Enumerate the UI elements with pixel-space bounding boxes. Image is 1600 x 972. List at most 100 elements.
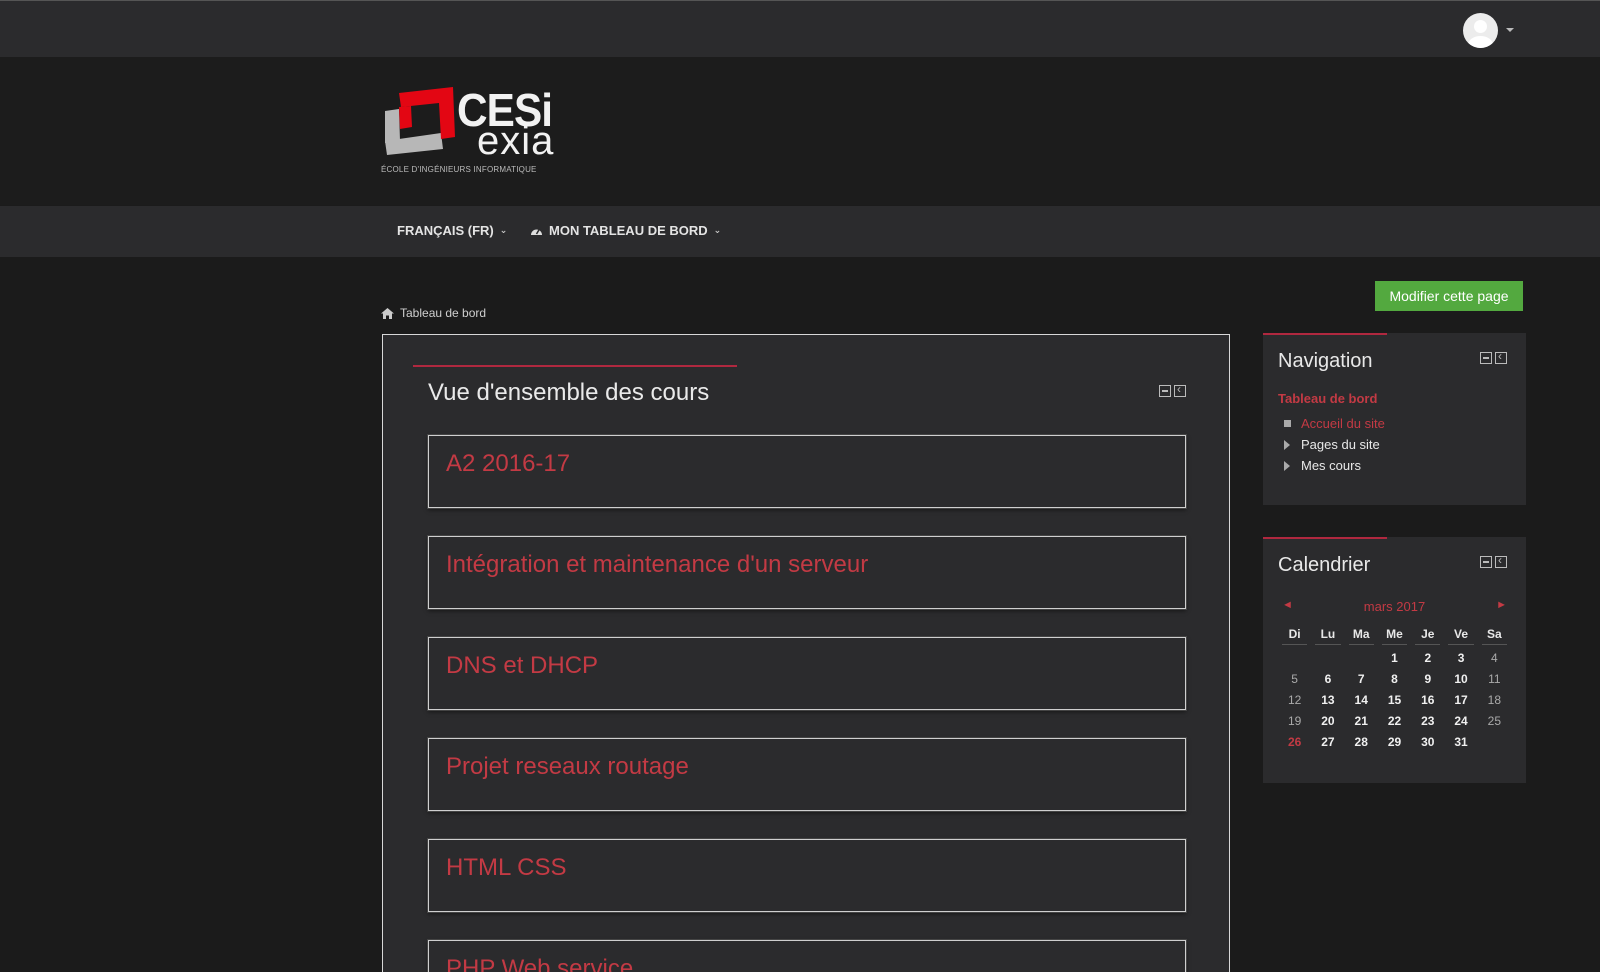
course-link[interactable]: HTML CSS [446, 854, 566, 882]
calendar-day[interactable]: 14 [1345, 692, 1378, 709]
calendar-day[interactable]: 18 [1478, 692, 1511, 709]
navigation-tree: Tableau de bord Accueil du site Pages du… [1278, 391, 1385, 476]
calendar-day[interactable]: 27 [1311, 734, 1344, 751]
bullet-icon [1284, 420, 1291, 427]
language-menu[interactable]: FRANÇAIS (FR) ⌄ [397, 223, 507, 238]
calendar-day-of-week: Sa [1481, 627, 1507, 645]
nav-item-site-home[interactable]: Accueil du site [1278, 413, 1385, 434]
block-accent-line [413, 365, 737, 367]
block-accent-line [1263, 333, 1387, 335]
edit-page-button[interactable]: Modifier cette page [1375, 281, 1523, 311]
calendar-day[interactable]: 1 [1378, 650, 1411, 667]
dock-icon[interactable] [1495, 553, 1507, 568]
calendar-day[interactable]: 8 [1378, 671, 1411, 688]
calendar-day-of-week: Me [1381, 627, 1408, 645]
calendar-day[interactable]: 22 [1378, 713, 1411, 730]
calendar-day[interactable]: 28 [1345, 734, 1378, 751]
calendar-day[interactable]: 29 [1378, 734, 1411, 751]
calendar-day[interactable]: 13 [1311, 692, 1344, 709]
navigation-block: Navigation Tableau de bord Accueil du si… [1263, 333, 1526, 505]
calendar-day[interactable]: 31 [1444, 734, 1477, 751]
calendar-day[interactable]: 26 [1278, 734, 1311, 751]
calendar-grid: Di Lu Ma Me Je Ve Sa 1 2 3 4 5 6 7 8 9 10 11 12 13 14 15 16 17 1… [1278, 627, 1511, 751]
nav-item-my-courses[interactable]: Mes cours [1278, 455, 1385, 476]
calendar-day[interactable]: 30 [1411, 734, 1444, 751]
block-accent-line [1263, 537, 1387, 539]
chevron-down-icon: ⌄ [499, 225, 508, 235]
calendar-day[interactable]: 2 [1411, 650, 1444, 667]
course-item: HTML CSS [428, 839, 1186, 912]
calendar-day[interactable]: 24 [1444, 713, 1477, 730]
calendar-day[interactable]: 23 [1411, 713, 1444, 730]
logo-tagline: ÉCOLE D'INGÉNIEURS INFORMATIQUE [381, 165, 537, 174]
dashboard-menu-label: MON TABLEAU DE BORD [549, 223, 708, 238]
minimize-icon[interactable] [1159, 385, 1171, 397]
calendar-day[interactable]: 7 [1345, 671, 1378, 688]
language-menu-label: FRANÇAIS (FR) [397, 223, 494, 238]
block-controls [1159, 382, 1186, 397]
nav-item-site-pages[interactable]: Pages du site [1278, 434, 1385, 455]
top-bar [0, 0, 1600, 57]
block-controls [1480, 349, 1507, 364]
calendar-day[interactable]: 3 [1444, 650, 1477, 667]
logo-mark-icon [385, 87, 455, 155]
breadcrumb-dashboard-link[interactable]: Tableau de bord [400, 306, 486, 320]
dock-icon[interactable] [1495, 349, 1507, 364]
course-item: A2 2016-17 [428, 435, 1186, 508]
dashboard-menu[interactable]: MON TABLEAU DE BORD ⌄ [530, 223, 721, 238]
calendar-header: ◄ mars 2017 ► [1278, 599, 1511, 615]
expand-arrow-icon [1284, 439, 1290, 450]
calendar-day-of-week: Lu [1315, 627, 1341, 645]
calendar-day[interactable]: 21 [1345, 713, 1378, 730]
site-logo[interactable]: CESi exia ÉCOLE D'INGÉNIEURS INFORMATIQU… [381, 84, 561, 181]
course-item: DNS et DHCP [428, 637, 1186, 710]
block-controls [1480, 553, 1507, 568]
course-link[interactable]: Projet reseaux routage [446, 753, 689, 781]
course-item: Intégration et maintenance d'un serveur [428, 536, 1186, 609]
avatar-icon[interactable] [1463, 13, 1498, 48]
calendar-day[interactable]: 5 [1278, 671, 1311, 688]
calendar-day-of-week: Di [1282, 627, 1308, 645]
nav-item-label: Pages du site [1301, 437, 1380, 452]
calendar-day[interactable]: 19 [1278, 713, 1311, 730]
calendar-day[interactable]: 25 [1478, 713, 1511, 730]
nav-item-label: Mes cours [1301, 458, 1361, 473]
logo-brand-sub: exia [477, 119, 555, 163]
calendar-day[interactable]: 16 [1411, 692, 1444, 709]
calendar-day[interactable]: 11 [1478, 671, 1511, 688]
course-link[interactable]: A2 2016-17 [446, 450, 570, 478]
course-overview-block: Vue d'ensemble des cours A2 2016-17 Inté… [382, 334, 1230, 972]
calendar-day[interactable]: 20 [1311, 713, 1344, 730]
calendar-day[interactable]: 4 [1478, 650, 1511, 667]
minimize-icon[interactable] [1480, 352, 1492, 364]
dashboard-icon [531, 228, 542, 235]
calendar-day[interactable]: 9 [1411, 671, 1444, 688]
chevron-down-icon: ⌄ [713, 225, 722, 235]
calendar-day[interactable]: 10 [1444, 671, 1477, 688]
course-link[interactable]: DNS et DHCP [446, 652, 598, 680]
calendar-day[interactable]: 6 [1311, 671, 1344, 688]
block-title: Navigation [1278, 350, 1373, 372]
calendar-month-link[interactable]: mars 2017 [1278, 599, 1511, 614]
minimize-icon[interactable] [1480, 556, 1492, 568]
calendar-day-of-week: Ve [1448, 627, 1474, 645]
nav-item-label: Accueil du site [1301, 416, 1385, 431]
block-title: Vue d'ensemble des cours [428, 379, 710, 406]
course-link[interactable]: PHP Web service [446, 955, 633, 972]
block-title: Calendrier [1278, 554, 1371, 576]
calendar-block: Calendrier ◄ mars 2017 ► Di Lu Ma Me Je Ve Sa 1… [1263, 537, 1526, 783]
calendar-day[interactable]: 12 [1278, 692, 1311, 709]
caret-down-icon[interactable] [1506, 28, 1514, 32]
expand-arrow-icon [1284, 460, 1290, 471]
calendar-day[interactable]: 15 [1378, 692, 1411, 709]
course-link[interactable]: Intégration et maintenance d'un serveur [446, 551, 868, 579]
calendar-day-of-week: Je [1415, 627, 1441, 645]
nav-root-dashboard[interactable]: Tableau de bord [1278, 391, 1385, 406]
calendar-day[interactable]: 17 [1444, 692, 1477, 709]
site-header: CESi exia ÉCOLE D'INGÉNIEURS INFORMATIQU… [0, 57, 1600, 205]
breadcrumb: Tableau de bord [381, 306, 486, 320]
main-navbar: FRANÇAIS (FR) ⌄ MON TABLEAU DE BORD ⌄ [0, 206, 1600, 257]
next-month-button[interactable]: ► [1496, 599, 1507, 611]
dock-icon[interactable] [1174, 382, 1186, 397]
home-icon[interactable] [381, 307, 394, 319]
